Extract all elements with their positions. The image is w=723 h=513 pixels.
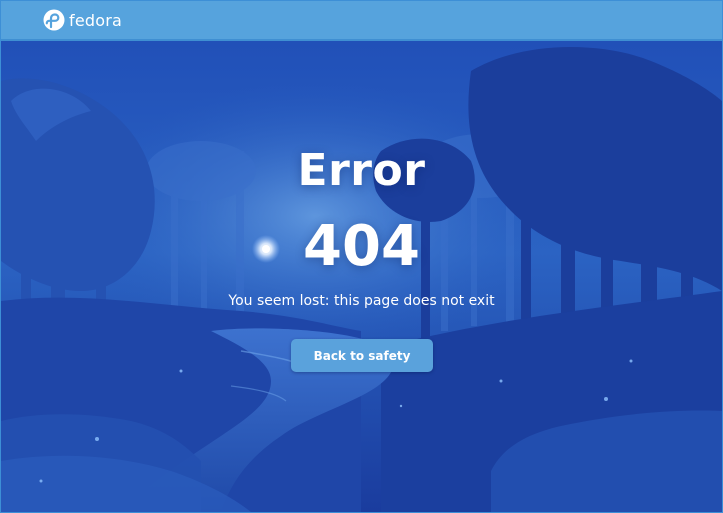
error-content: Error 404 You seem lost: this page does … bbox=[1, 41, 722, 512]
fedora-infinity-icon bbox=[43, 9, 65, 31]
fedora-logo[interactable]: fedora bbox=[43, 9, 122, 31]
logo-wordmark: fedora bbox=[69, 10, 123, 30]
error-message: You seem lost: this page does not exit bbox=[228, 293, 495, 309]
error-code: 404 bbox=[303, 214, 420, 279]
error-title: Error bbox=[297, 145, 426, 196]
back-to-safety-button[interactable]: Back to safety bbox=[291, 339, 433, 372]
page-frame: fedora Error 404 You seem lost: this pag… bbox=[0, 0, 723, 513]
top-navbar: fedora bbox=[1, 1, 722, 41]
